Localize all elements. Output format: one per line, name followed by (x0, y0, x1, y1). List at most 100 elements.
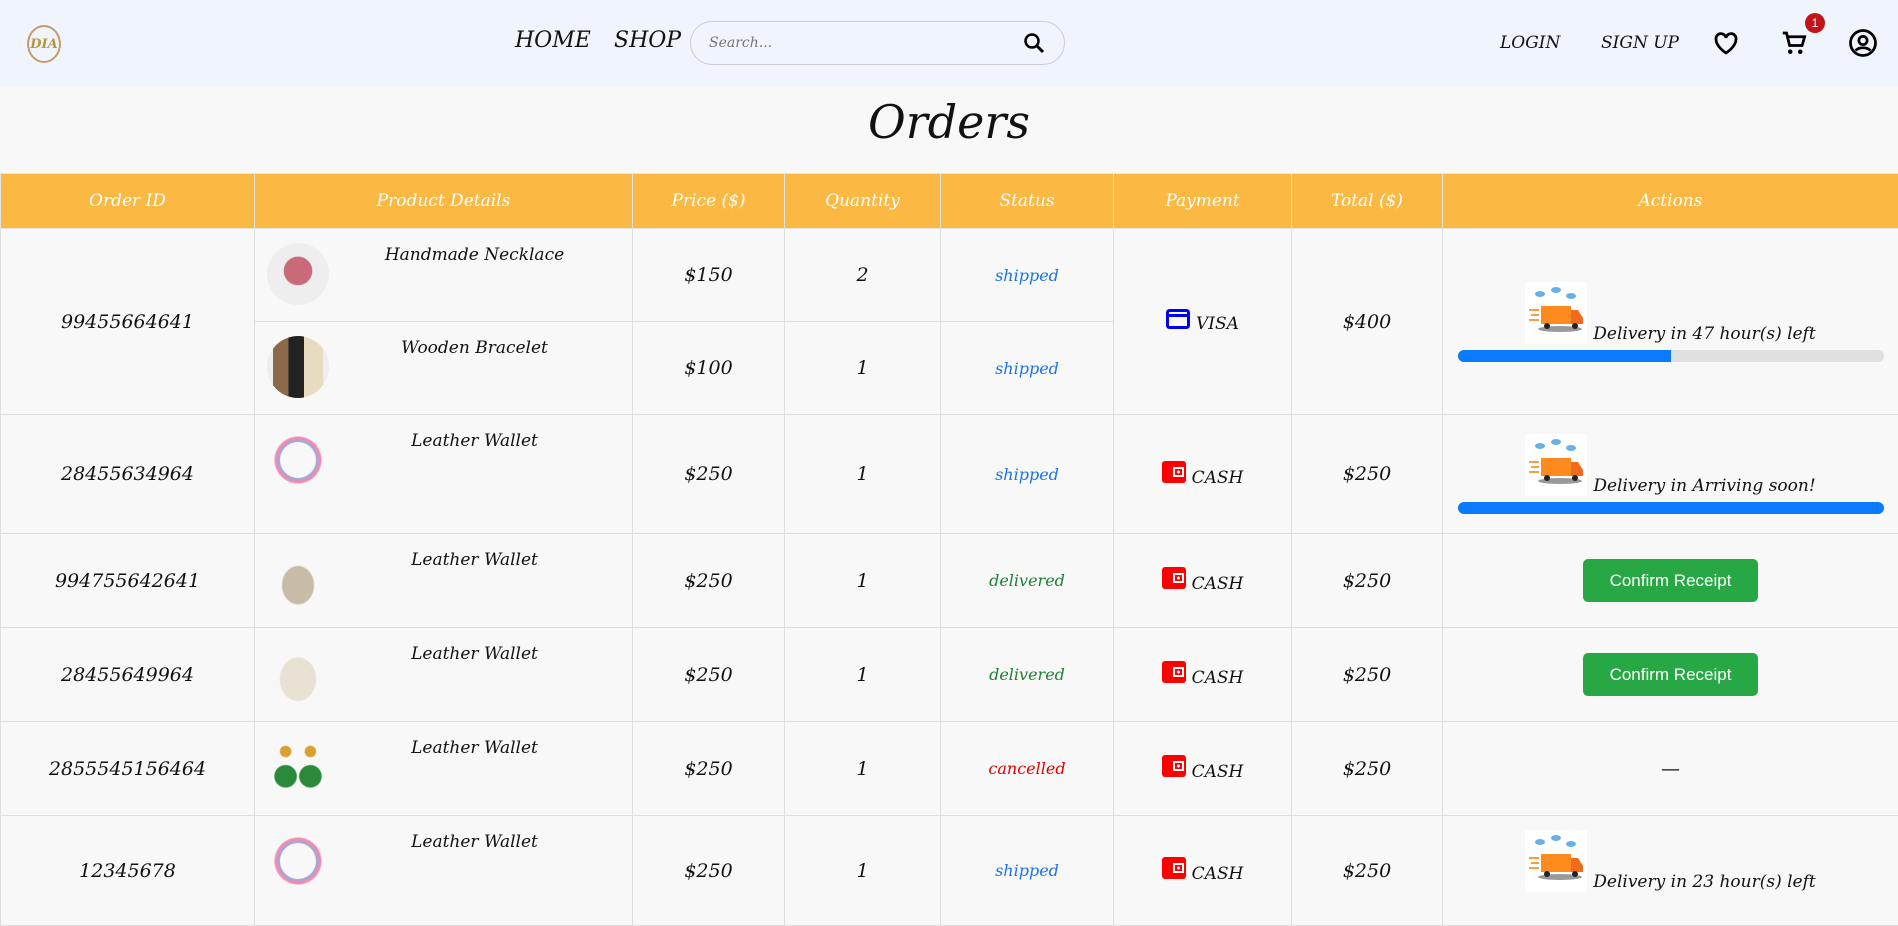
price: $150 (633, 229, 785, 322)
payment-method: CASH (1162, 661, 1244, 688)
nav-home[interactable]: HOME (515, 28, 591, 53)
status-delivered: delivered (941, 628, 1114, 722)
price: $250 (633, 722, 785, 816)
payment: CASH (1114, 816, 1292, 926)
logo[interactable]: DIA (27, 25, 61, 63)
confirm-receipt-button[interactable]: Confirm Receipt (1583, 559, 1758, 602)
cart-icon[interactable] (1779, 28, 1809, 58)
actions: Delivery in 47 hour(s) left (1443, 229, 1898, 415)
column-header[interactable]: Actions (1443, 174, 1898, 229)
order-id: 994755642641 (1, 534, 255, 628)
page-title: Orders (0, 95, 1898, 173)
product-name[interactable]: Leather Wallet (329, 830, 620, 852)
total: $250 (1292, 722, 1443, 816)
price: $250 (633, 534, 785, 628)
total: $250 (1292, 628, 1443, 722)
wallet-icon (1162, 461, 1186, 488)
product-thumbnail[interactable] (267, 736, 329, 798)
product[interactable]: Wooden Bracelet (255, 322, 632, 412)
status-cancelled: cancelled (941, 722, 1114, 816)
status-shipped: shipped (941, 816, 1114, 926)
no-action: — (1661, 758, 1680, 780)
product[interactable]: Leather Wallet (255, 816, 632, 906)
quantity: 1 (785, 415, 941, 534)
product-details: Handmade Necklace (255, 229, 633, 322)
quantity: 1 (785, 322, 941, 415)
search-input[interactable] (709, 35, 1022, 51)
product-name[interactable]: Leather Wallet (329, 429, 620, 451)
delivery-progress-fill (1458, 350, 1671, 362)
nav-login[interactable]: LOGIN (1500, 33, 1560, 53)
payment-label: CASH (1192, 468, 1244, 488)
status-shipped: shipped (941, 322, 1114, 415)
product-name[interactable]: Leather Wallet (329, 736, 620, 758)
navbar: DIA HOME SHOP LOGIN SIGN UP 1 (0, 0, 1898, 87)
payment: CASH (1114, 534, 1292, 628)
delivery-info: Delivery in 47 hour(s) left (1443, 282, 1898, 344)
delivery-truck-icon (1525, 830, 1587, 892)
search-bar (690, 21, 1065, 65)
order-id: 12345678 (1, 816, 255, 926)
column-header[interactable]: Order ID (1, 174, 255, 229)
payment-label: CASH (1192, 762, 1244, 782)
column-header[interactable]: Status (941, 174, 1114, 229)
quantity: 1 (785, 816, 941, 926)
price: $250 (633, 415, 785, 534)
wallet-icon (1162, 567, 1186, 594)
product-details: Wooden Bracelet (255, 322, 633, 415)
nav-shop[interactable]: SHOP (614, 28, 681, 53)
order-id: 28455634964 (1, 415, 255, 534)
product-thumbnail[interactable] (267, 548, 329, 610)
search-icon[interactable] (1022, 31, 1046, 55)
column-header[interactable]: Payment (1114, 174, 1292, 229)
delivery-truck-icon (1525, 434, 1587, 496)
product-name[interactable]: Wooden Bracelet (329, 336, 620, 358)
actions: Delivery in 23 hour(s) left (1443, 816, 1898, 926)
product-name[interactable]: Leather Wallet (329, 642, 620, 664)
confirm-receipt-button[interactable]: Confirm Receipt (1583, 653, 1758, 696)
product-name[interactable]: Leather Wallet (329, 548, 620, 570)
product-thumbnail[interactable] (267, 642, 329, 704)
delivery-progress-bar (1458, 502, 1884, 514)
table-row: 99455664641Handmade Necklace$1502shipped… (1, 229, 1898, 322)
wallet-icon (1162, 857, 1186, 884)
cart-count-badge: 1 (1805, 13, 1825, 33)
order-id: 2855545156464 (1, 722, 255, 816)
status-shipped: shipped (941, 229, 1114, 322)
payment-label: VISA (1196, 314, 1239, 334)
payment-label: CASH (1192, 668, 1244, 688)
total: $250 (1292, 415, 1443, 534)
product[interactable]: Leather Wallet (255, 722, 632, 812)
product[interactable]: Leather Wallet (255, 534, 632, 624)
nav-signup[interactable]: SIGN UP (1601, 33, 1679, 53)
product-thumbnail[interactable] (267, 336, 329, 398)
product-thumbnail[interactable] (267, 830, 329, 892)
delivery-progress-bar (1458, 350, 1884, 362)
product[interactable]: Handmade Necklace (255, 229, 632, 319)
delivery-text: Delivery in 23 hour(s) left (1593, 872, 1815, 892)
account-icon[interactable] (1848, 28, 1878, 58)
delivery-text: Delivery in 47 hour(s) left (1593, 324, 1815, 344)
actions: — (1443, 722, 1898, 816)
product-name[interactable]: Handmade Necklace (329, 243, 620, 265)
product-thumbnail[interactable] (267, 429, 329, 491)
heart-icon[interactable] (1711, 28, 1741, 58)
credit-card-icon (1166, 309, 1190, 334)
delivery-progress-fill (1458, 502, 1884, 514)
wallet-icon (1162, 755, 1186, 782)
column-header[interactable]: Quantity (785, 174, 941, 229)
column-header[interactable]: Product Details (255, 174, 633, 229)
order-id: 28455649964 (1, 628, 255, 722)
product-details: Leather Wallet (255, 534, 633, 628)
total: $250 (1292, 534, 1443, 628)
product[interactable]: Leather Wallet (255, 415, 632, 505)
product[interactable]: Leather Wallet (255, 628, 632, 718)
table-header: Order IDProduct DetailsPrice ($)Quantity… (1, 174, 1898, 229)
product-thumbnail[interactable] (267, 243, 329, 305)
column-header[interactable]: Price ($) (633, 174, 785, 229)
table-row: 12345678Leather Wallet$2501shippedCASH$2… (1, 816, 1898, 926)
table-row: 994755642641Leather Wallet$2501delivered… (1, 534, 1898, 628)
table-row: 28455634964Leather Wallet$2501shippedCAS… (1, 415, 1898, 534)
actions: Confirm Receipt (1443, 534, 1898, 628)
column-header[interactable]: Total ($) (1292, 174, 1443, 229)
